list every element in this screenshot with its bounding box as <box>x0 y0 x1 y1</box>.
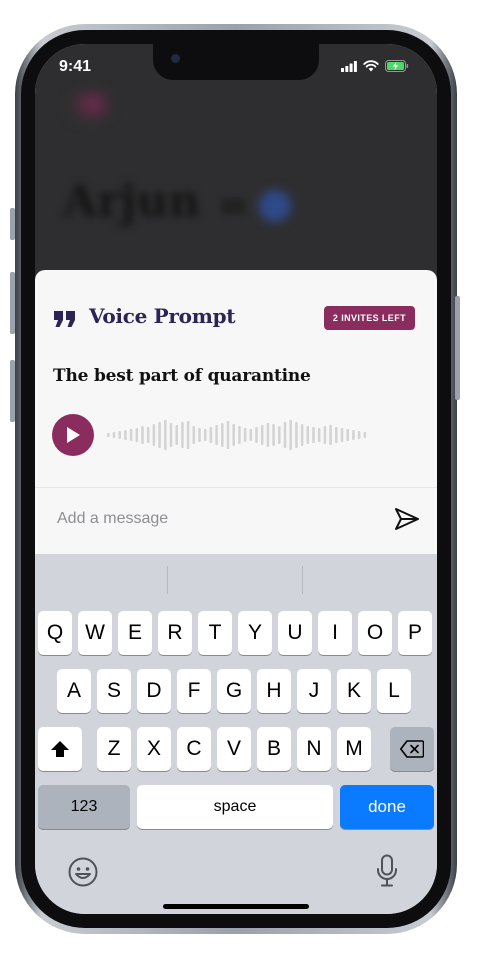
key-v[interactable]: V <box>217 727 251 771</box>
backspace-icon <box>400 740 424 758</box>
key-f[interactable]: F <box>177 669 211 713</box>
key-k[interactable]: K <box>337 669 371 713</box>
volume-up-button <box>10 272 15 334</box>
shift-icon <box>51 741 69 757</box>
front-camera <box>171 54 180 63</box>
key-b[interactable]: B <box>257 727 291 771</box>
numbers-key[interactable]: 123 <box>38 785 130 829</box>
message-divider <box>35 487 437 488</box>
prompt-title: Voice Prompt <box>89 304 236 328</box>
key-w[interactable]: W <box>78 611 112 655</box>
battery-icon <box>385 60 409 72</box>
prompt-question: The best part of quarantine <box>53 366 311 386</box>
key-j[interactable]: J <box>297 669 331 713</box>
wifi-icon <box>363 60 379 72</box>
key-a[interactable]: A <box>57 669 91 713</box>
volume-down-button <box>10 360 15 422</box>
microphone-icon[interactable] <box>375 854 399 888</box>
key-d[interactable]: D <box>137 669 171 713</box>
blurred-profile-name: Arjun <box>63 176 201 227</box>
shift-key[interactable] <box>38 727 82 771</box>
space-key[interactable]: space <box>137 785 333 829</box>
key-o[interactable]: O <box>358 611 392 655</box>
suggestion-separator <box>167 566 168 594</box>
send-icon[interactable] <box>393 505 421 533</box>
voice-prompt-card: Voice Prompt 2 INVITES LEFT The best par… <box>35 270 437 554</box>
key-s[interactable]: S <box>97 669 131 713</box>
power-button <box>455 296 460 400</box>
backspace-key[interactable] <box>390 727 434 771</box>
blurred-verified-icon <box>259 190 291 222</box>
key-p[interactable]: P <box>398 611 432 655</box>
key-n[interactable]: N <box>297 727 331 771</box>
key-u[interactable]: U <box>278 611 312 655</box>
keyboard: Q W E R T Y U I O P A S D F G H J K L Z … <box>35 554 437 914</box>
blurred-avatar <box>69 92 109 120</box>
key-l[interactable]: L <box>377 669 411 713</box>
key-e[interactable]: E <box>118 611 152 655</box>
key-q[interactable]: Q <box>38 611 72 655</box>
invites-left-badge: 2 INVITES LEFT <box>323 306 415 330</box>
blurred-badge <box>221 198 245 214</box>
key-m[interactable]: M <box>337 727 371 771</box>
emoji-icon[interactable] <box>67 856 99 888</box>
status-icons <box>341 60 409 72</box>
play-button[interactable] <box>52 414 94 456</box>
key-c[interactable]: C <box>177 727 211 771</box>
message-input[interactable] <box>57 506 367 532</box>
signal-icon <box>341 60 357 72</box>
silent-switch <box>10 208 15 240</box>
home-indicator <box>163 904 309 909</box>
status-time: 9:41 <box>59 58 92 75</box>
key-t[interactable]: T <box>198 611 232 655</box>
screen: Arjun 9:41 Voice Prompt 2 INVITES LEFT T… <box>35 44 437 914</box>
play-icon <box>67 427 80 443</box>
key-h[interactable]: H <box>257 669 291 713</box>
done-key[interactable]: done <box>340 785 434 829</box>
key-z[interactable]: Z <box>97 727 131 771</box>
key-g[interactable]: G <box>217 669 251 713</box>
key-y[interactable]: Y <box>238 611 272 655</box>
key-x[interactable]: X <box>137 727 171 771</box>
status-bar: 9:41 <box>35 44 437 92</box>
audio-waveform <box>107 420 367 450</box>
key-i[interactable]: I <box>318 611 352 655</box>
quote-icon <box>54 311 75 327</box>
suggestion-separator <box>302 566 303 594</box>
key-r[interactable]: R <box>158 611 192 655</box>
